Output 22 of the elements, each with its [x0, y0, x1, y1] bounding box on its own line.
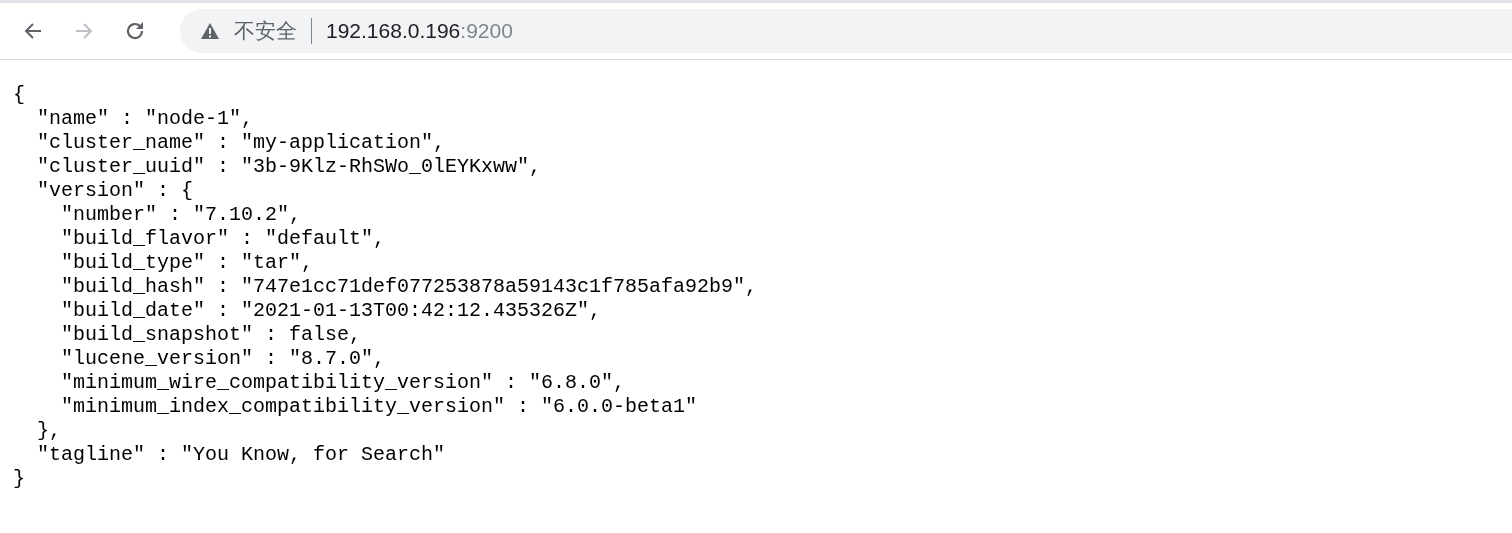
json-line: "cluster_uuid" : "3b-9Klz-RhSWo_0lEYKxww",	[37, 155, 542, 178]
json-line: "tagline" : "You Know, for Search"	[37, 443, 446, 466]
json-line: "cluster_name" : "my-application",	[37, 131, 446, 154]
url-port: :9200	[460, 19, 513, 43]
json-line: "build_flavor" : "default",	[61, 227, 386, 250]
json-line: {	[13, 83, 25, 106]
json-line: "minimum_wire_compatibility_version" : "6.8.0",	[61, 371, 626, 394]
json-line: "build_hash" : "747e1cc71def077253878a59143c1f785afa92b9",	[61, 275, 758, 298]
json-line: "build_type" : "tar",	[61, 251, 314, 274]
json-line: "lucene_version" : "8.7.0",	[61, 347, 386, 370]
json-line: },	[37, 419, 61, 442]
json-line: "version" : {	[37, 179, 194, 202]
json-line: "build_date" : "2021-01-13T00:42:12.435326Z",	[61, 299, 602, 322]
url-host: 192.168.0.196	[326, 19, 461, 43]
json-line: "number" : "7.10.2",	[61, 203, 302, 226]
json-line: "name" : "node-1",	[37, 107, 254, 130]
json-line: "minimum_index_compatibility_version" : "6.0.0-beta1"	[61, 395, 698, 418]
security-label: 不安全	[234, 18, 297, 44]
json-line: }	[13, 467, 25, 490]
json-line: "build_snapshot" : false,	[61, 323, 362, 346]
warning-icon	[200, 22, 220, 40]
address-bar[interactable]: 不安全 192.168.0.196:9200	[180, 9, 1512, 53]
